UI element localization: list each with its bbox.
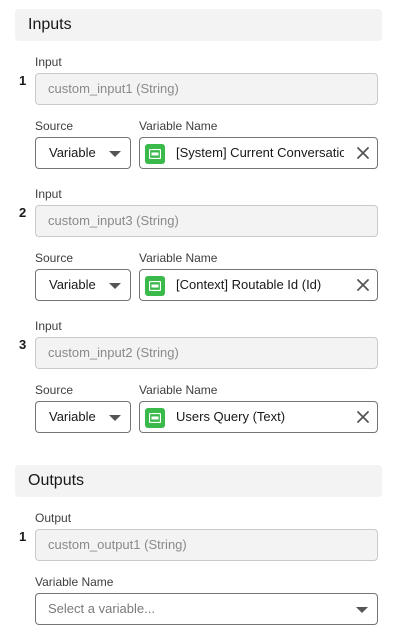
outputs-section-title: Outputs <box>28 472 85 489</box>
output-index: 1 <box>19 529 27 544</box>
chevron-down-icon <box>109 415 121 421</box>
source-label: Source <box>35 251 74 265</box>
source-label: Source <box>35 383 74 397</box>
variable-pill[interactable]: [System] Current Conversation <box>139 137 378 169</box>
input-index: 3 <box>19 337 27 352</box>
input-index: 2 <box>19 205 27 220</box>
variable-pill-label: [System] Current Conversation <box>176 145 344 160</box>
input-name-field: custom_input1 (String) <box>35 73 378 105</box>
text-variable-icon <box>145 144 165 164</box>
variable-name-label: Variable Name <box>139 119 218 133</box>
output-variable-select[interactable]: Select a variable... <box>35 593 378 625</box>
input-index: 1 <box>19 73 27 88</box>
variable-name-label: Variable Name <box>139 383 218 397</box>
variable-pill[interactable]: [Context] Routable Id (Id) <box>139 269 378 301</box>
output-variable-placeholder: Select a variable... <box>48 601 155 616</box>
variable-name-label: Variable Name <box>35 575 114 589</box>
source-select-value: Variable <box>49 145 96 160</box>
output-name-field: custom_output1 (String) <box>35 529 378 561</box>
inputs-section-title: Inputs <box>28 16 72 33</box>
outputs-section-header: Outputs <box>15 465 382 497</box>
source-select[interactable]: Variable <box>35 401 131 433</box>
chevron-down-icon <box>109 151 121 157</box>
text-variable-icon <box>145 276 165 296</box>
input-name-field: custom_input3 (String) <box>35 205 378 237</box>
input-label: Input <box>35 187 62 201</box>
source-select-value: Variable <box>49 409 96 424</box>
close-icon[interactable] <box>356 278 370 292</box>
variable-name-label: Variable Name <box>139 251 218 265</box>
chevron-down-icon <box>356 607 368 613</box>
variable-pill-label: [Context] Routable Id (Id) <box>176 277 322 292</box>
text-variable-icon <box>145 408 165 428</box>
chevron-down-icon <box>109 283 121 289</box>
source-select[interactable]: Variable <box>35 269 131 301</box>
variable-pill-label: Users Query (Text) <box>176 409 286 424</box>
source-label: Source <box>35 119 74 133</box>
close-icon[interactable] <box>356 410 370 424</box>
inputs-outputs-panel: Inputs 1 Input custom_input1 (String) So… <box>0 0 399 640</box>
source-select-value: Variable <box>49 277 96 292</box>
inputs-section-header: Inputs <box>15 9 382 41</box>
close-icon[interactable] <box>356 146 370 160</box>
input-label: Input <box>35 55 62 69</box>
variable-pill[interactable]: Users Query (Text) <box>139 401 378 433</box>
input-name-field: custom_input2 (String) <box>35 337 378 369</box>
input-label: Input <box>35 319 62 333</box>
output-label: Output <box>35 511 72 525</box>
source-select[interactable]: Variable <box>35 137 131 169</box>
